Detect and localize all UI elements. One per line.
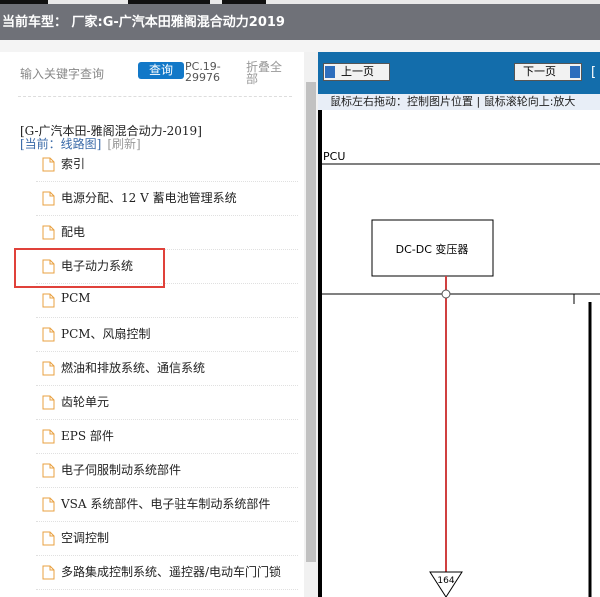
arrow-left-icon bbox=[325, 66, 335, 78]
file-icon bbox=[42, 293, 55, 308]
next-page-label: 下一页 bbox=[523, 65, 556, 78]
file-icon bbox=[42, 327, 55, 342]
header-gap bbox=[0, 40, 600, 52]
next-page-button[interactable]: 下一页 bbox=[514, 63, 582, 81]
tree-item-label: 燃油和排放系统、通信系统 bbox=[61, 361, 206, 375]
tree-item-label: 空调控制 bbox=[61, 531, 110, 545]
viewer-panel: 上一页 下一页 [ 鼠标左右拖动：控制图片位置 | 鼠标滚轮向上:放大 PCU … bbox=[318, 52, 600, 597]
search-input[interactable]: 输入关键字查询 bbox=[20, 65, 104, 82]
wire-junction bbox=[441, 289, 451, 299]
file-icon bbox=[42, 191, 55, 206]
tree-item-label: 索引 bbox=[61, 157, 86, 171]
tree-item[interactable]: 燃油和排放系统、通信系统 bbox=[18, 352, 298, 386]
tree-item-label: PCM bbox=[61, 291, 91, 305]
current-model: 当前车型： 厂家:G-广汽本田雅阁混合动力2019 bbox=[2, 15, 285, 30]
divider bbox=[18, 96, 292, 97]
wiring-diagram[interactable]: PCU DC-DC 变压器 164 bbox=[318, 110, 600, 597]
tree-item-label: 电源分配、12 V 蓄电池管理系统 bbox=[61, 191, 237, 205]
file-icon bbox=[42, 157, 55, 172]
file-icon bbox=[42, 395, 55, 410]
file-icon bbox=[42, 565, 55, 580]
connector-number: 164 bbox=[437, 576, 454, 586]
tree-item[interactable]: 齿轮单元 bbox=[18, 386, 298, 420]
tree-item[interactable]: PCM、风扇控制 bbox=[18, 318, 298, 352]
file-icon bbox=[42, 497, 55, 512]
prev-page-label: 上一页 bbox=[341, 65, 374, 78]
tree-item[interactable]: 电子伺服制动系统部件 bbox=[18, 454, 298, 488]
tree-item[interactable]: 电源分配、12 V 蓄电池管理系统 bbox=[18, 182, 298, 216]
tree-item[interactable]: 空调控制 bbox=[18, 522, 298, 556]
collapse-all-button[interactable]: 折叠全部 bbox=[246, 61, 286, 85]
tree-item[interactable]: 索引 bbox=[18, 148, 298, 182]
tree-item-label: 配电 bbox=[61, 225, 86, 239]
arrow-right-icon bbox=[570, 66, 580, 78]
viewer-hint: 鼠标左右拖动：控制图片位置 | 鼠标滚轮向上:放大 bbox=[318, 94, 600, 110]
file-icon bbox=[42, 463, 55, 478]
search-button[interactable]: 查询 bbox=[138, 62, 184, 79]
tree-item-label: 多路集成控制系统、遥控器/电动车门门锁 bbox=[61, 565, 282, 579]
header-bar: 当前车型： 厂家:G-广汽本田雅阁混合动力2019 bbox=[0, 4, 600, 40]
tree-item[interactable]: EPS 部件 bbox=[18, 420, 298, 454]
scrollbar-thumb[interactable] bbox=[306, 82, 316, 562]
tree-item[interactable]: PCM bbox=[18, 284, 298, 318]
tree-item-label: PCM、风扇控制 bbox=[61, 327, 151, 341]
pcu-label: PCU bbox=[323, 150, 345, 163]
vertical-scrollbar[interactable] bbox=[304, 52, 318, 597]
highlight-box bbox=[14, 248, 165, 288]
tree-item[interactable]: 多路集成控制系统、遥控器/电动车门门锁 bbox=[18, 556, 298, 590]
left-panel: 输入关键字查询 查询 PC.19-29976 折叠全部 [G-广汽本田-雅阁混合… bbox=[0, 52, 304, 597]
file-icon bbox=[42, 531, 55, 546]
viewer-toolbar: 上一页 下一页 [ 鼠标左右拖动：控制图片位置 | 鼠标滚轮向上:放大 bbox=[318, 52, 600, 110]
tree-item-label: 电子伺服制动系统部件 bbox=[61, 463, 182, 477]
prev-page-button[interactable]: 上一页 bbox=[323, 63, 390, 81]
diagram-left-edge bbox=[318, 110, 322, 597]
tree-item[interactable]: 配电 bbox=[18, 216, 298, 250]
pc-code: PC.19-29976 bbox=[185, 60, 221, 84]
file-icon bbox=[42, 361, 55, 376]
file-icon bbox=[42, 429, 55, 444]
file-icon bbox=[42, 225, 55, 240]
toolbar-bracket: [ bbox=[591, 65, 597, 80]
tree-item[interactable]: VSA 系统部件、电子驻车制动系统部件 bbox=[18, 488, 298, 522]
tree-item-divider bbox=[36, 589, 298, 590]
tree-item-label: EPS 部件 bbox=[61, 429, 114, 443]
tree-item-label: 齿轮单元 bbox=[61, 395, 110, 409]
dc-dc-converter-label: DC-DC 变压器 bbox=[396, 242, 469, 256]
tree-item-label: VSA 系统部件、电子驻车制动系统部件 bbox=[61, 497, 271, 511]
hint-text: 鼠标左右拖动：控制图片位置 | 鼠标滚轮向上:放大 bbox=[330, 95, 576, 108]
